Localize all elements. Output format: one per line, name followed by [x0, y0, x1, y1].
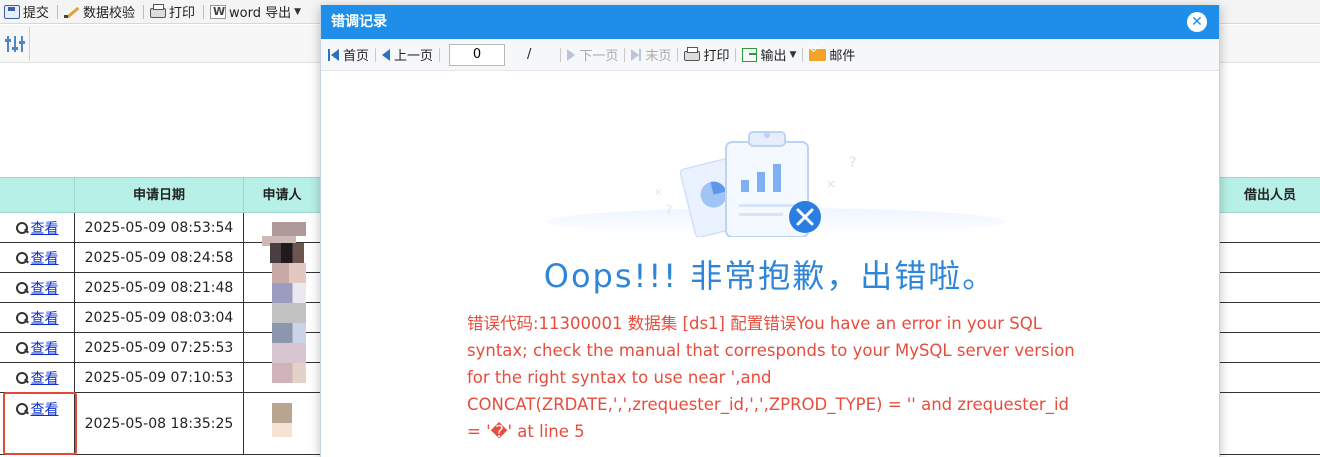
- highlight-box: [3, 392, 77, 455]
- magnifier-icon: [15, 251, 28, 264]
- svg-text:?: ?: [666, 203, 672, 217]
- prev-page-icon: [382, 48, 391, 61]
- svg-text:×: ×: [654, 187, 662, 198]
- word-export-label: word 导出: [229, 6, 292, 21]
- next-page-icon: [567, 48, 576, 61]
- data-check-label: 数据校验: [83, 6, 136, 21]
- error-illustration: ? ? × ×: [546, 131, 1006, 237]
- magnifier-icon: [15, 221, 28, 234]
- view-link[interactable]: 查看: [15, 338, 59, 358]
- last-page-icon: [631, 48, 640, 61]
- view-link-label: 查看: [30, 340, 59, 357]
- header-lender: 借出人员: [1243, 188, 1296, 203]
- next-page-label: 下一页: [579, 49, 619, 64]
- view-link-label: 查看: [30, 370, 59, 387]
- sliders-icon[interactable]: [2, 27, 30, 61]
- export-label: 输出: [760, 49, 787, 64]
- error-heading: Oops!!! 非常抱歉，出错啦。: [543, 257, 997, 295]
- prev-page-label: 上一页: [394, 49, 434, 64]
- action-cell: 查看: [0, 333, 75, 362]
- header-action: [0, 178, 75, 214]
- action-cell: 查看: [0, 303, 75, 332]
- svg-text:×: ×: [826, 177, 836, 191]
- view-link-label: 查看: [30, 280, 59, 297]
- print-button[interactable]: 打印: [146, 0, 201, 24]
- error-message: 错误代码:11300001 数据集 [ds1] 配置错误You have an …: [467, 314, 1075, 441]
- export-icon: [742, 47, 758, 62]
- submit-label: 提交: [23, 6, 50, 21]
- report-pager-toolbar: 首页 上一页 / 下一页 末页 打印 输出 ▼: [321, 39, 1219, 71]
- svg-text:?: ?: [849, 155, 856, 171]
- mail-label: 邮件: [829, 49, 856, 64]
- magnifier-icon: [15, 341, 28, 354]
- first-page-button[interactable]: 首页: [323, 45, 374, 64]
- dialog-print-button[interactable]: 打印: [679, 45, 734, 64]
- magnifier-icon: [15, 281, 28, 294]
- chevron-down-icon: ▼: [789, 49, 797, 60]
- magnifier-icon: [15, 311, 28, 324]
- print-label: 打印: [169, 6, 196, 21]
- first-page-label: 首页: [343, 49, 370, 64]
- printer-icon: [684, 46, 701, 61]
- submit-icon: [4, 4, 20, 19]
- last-page-button[interactable]: 末页: [626, 45, 676, 64]
- last-page-label: 末页: [645, 49, 672, 64]
- view-link-label: 查看: [30, 310, 59, 327]
- data-check-button[interactable]: 数据校验: [60, 0, 141, 24]
- word-icon: [210, 4, 227, 19]
- view-link[interactable]: 查看: [15, 248, 59, 268]
- mail-button[interactable]: 邮件: [804, 45, 860, 64]
- toolbar-separator: [203, 4, 205, 19]
- dialog-title: 错调记录: [331, 14, 387, 30]
- prev-page-button[interactable]: 上一页: [377, 45, 438, 64]
- apply-date-cell: 2025-05-09 07:25:53: [75, 333, 244, 362]
- wand-icon: [64, 5, 80, 19]
- action-cell: 查看: [0, 363, 75, 392]
- dialog-title-bar: 错调记录 ✕: [321, 5, 1219, 39]
- apply-date-cell: 2025-05-09 08:24:58: [75, 243, 244, 272]
- action-cell: 查看: [0, 273, 75, 302]
- submit-button[interactable]: 提交: [0, 0, 55, 24]
- page-number-input[interactable]: [449, 43, 506, 66]
- next-page-button[interactable]: 下一页: [562, 45, 623, 64]
- apply-date-cell: 2025-05-09 08:03:04: [75, 303, 244, 332]
- view-link-label: 查看: [30, 250, 59, 267]
- mail-icon: [809, 48, 827, 61]
- apply-date-cell: 2025-05-09 08:53:54: [75, 213, 244, 242]
- first-page-icon: [328, 48, 330, 61]
- header-apply-date: 申请日期: [75, 178, 244, 214]
- apply-date-cell: 2025-05-09 07:10:53: [75, 363, 244, 392]
- word-export-button[interactable]: word 导出 ▼: [206, 0, 307, 24]
- view-link[interactable]: 查看: [15, 308, 59, 328]
- action-cell: 查看: [0, 243, 75, 272]
- header-applicant: 申请人: [262, 188, 302, 203]
- page-total-separator: /: [527, 47, 532, 62]
- view-link[interactable]: 查看: [15, 278, 59, 298]
- action-cell: 查看: [0, 213, 75, 242]
- magnifier-icon: [15, 371, 28, 384]
- error-record-dialog: 错调记录 ✕ 首页 上一页 / 下一页 末页 打印: [320, 5, 1220, 457]
- chevron-down-icon: ▼: [294, 6, 302, 17]
- apply-date-cell: 2025-05-08 18:35:25: [75, 393, 244, 454]
- apply-date-cell: 2025-05-09 08:21:48: [75, 273, 244, 302]
- printer-icon: [150, 3, 167, 18]
- toolbar-separator: [143, 4, 145, 19]
- export-button[interactable]: 输出 ▼: [737, 45, 801, 64]
- close-icon[interactable]: ✕: [1187, 12, 1207, 32]
- dialog-print-label: 打印: [703, 49, 730, 64]
- view-link-label: 查看: [30, 220, 59, 237]
- toolbar-separator: [57, 4, 59, 19]
- view-link[interactable]: 查看: [15, 218, 59, 238]
- view-link[interactable]: 查看: [15, 368, 59, 388]
